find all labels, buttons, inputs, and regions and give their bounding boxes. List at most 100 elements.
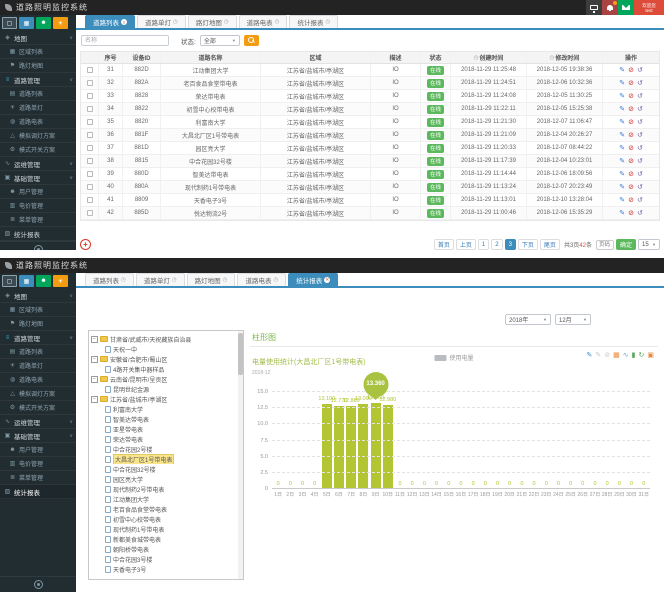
sidebar-item[interactable]: ▣ 基础管理 ∨ [0,429,76,443]
restore-icon[interactable]: ↺ [637,92,643,100]
restore-icon[interactable]: ↺ [637,209,643,217]
page-size-select[interactable]: 15 ▼ [638,239,660,250]
grid-skin-button[interactable]: ▦ [19,275,34,287]
tree-node[interactable]: − 中合花园3号楼 [91,554,241,564]
user-skin-button[interactable]: ☻ [36,275,51,287]
row-checkbox[interactable] [87,67,93,73]
sidebar-item[interactable]: ≡ 道路管理 ∨ [0,73,76,87]
sidebar-item[interactable]: ∿ 运维管理 ∨ [0,415,76,429]
tree-node[interactable]: − 老百食品食堂带电表 [91,504,241,514]
collapse-expander-icon[interactable]: − [91,356,98,363]
page-button[interactable]: 下页 [518,239,538,250]
tree-node[interactable]: − 安徽省/合肥市/蜀山区 [91,354,241,364]
tab[interactable]: 道路单灯 ◷ [137,15,186,28]
user-skin-button[interactable]: ☻ [36,17,51,29]
year-select[interactable]: 2018年 ▼ [505,314,551,325]
sidebar-item[interactable]: △ 模拟调灯方案 [0,129,76,143]
tab[interactable]: 统计报表 ✕ [288,273,338,286]
sidebar-item[interactable]: ▤ 道路列表 [0,345,76,359]
sidebar-item[interactable]: ≡ 道路管理 ∨ [0,331,76,345]
tree-node[interactable]: − 中合花园2号楼 [91,444,241,454]
row-checkbox[interactable] [87,80,93,86]
user-badge[interactable]: 欢迎您 test [634,0,664,15]
bar-chart-icon[interactable]: ▮ [632,351,636,359]
disable-icon[interactable]: ⊘ [628,79,634,87]
disable-icon[interactable]: ⊘ [628,92,634,100]
disable-icon[interactable]: ⊘ [628,183,634,191]
status-select[interactable]: 全部 ▼ [200,35,240,46]
desktop-skin-button[interactable]: ▢ [2,275,17,287]
save-icon[interactable]: ▣ [647,351,654,359]
disable-icon[interactable]: ⊘ [628,66,634,74]
sidebar-item[interactable]: ⚙ 模式开关方案 [0,401,76,415]
alerts-badge[interactable] [602,0,618,15]
restore-icon[interactable]: ↺ [637,170,643,178]
sidebar-item[interactable]: ▧ 统计报表 [0,227,76,241]
page-button[interactable]: 1 [478,239,489,250]
restore-icon[interactable]: ↺ [637,157,643,165]
sidebar-item[interactable]: ∿ 运维管理 ∨ [0,157,76,171]
sidebar-item[interactable]: ◍ 道路电表 [0,373,76,387]
disable-icon[interactable]: ⊘ [628,105,634,113]
tree-node[interactable]: − 园区亮大学 [91,474,241,484]
restore-icon[interactable]: ↺ [637,183,643,191]
search-input[interactable] [81,35,169,46]
sidebar-item[interactable]: ≣ 菜单管理 [0,213,76,227]
restore-icon[interactable]: ↺ [637,79,643,87]
disable-icon[interactable]: ⊘ [628,209,634,217]
disable-icon[interactable]: ⊘ [628,131,634,139]
line-chart-icon[interactable]: ∿ [623,351,629,359]
edit-icon[interactable]: ✎ [619,105,625,113]
row-checkbox[interactable] [87,145,93,151]
collapse-expander-icon[interactable]: − [91,376,98,383]
row-checkbox[interactable] [87,132,93,138]
refresh-icon[interactable]: ↻ [639,351,645,359]
sidebar-item[interactable]: ▤ 道路列表 [0,87,76,101]
tab[interactable]: 道路列表 ! [85,15,135,28]
page-button[interactable]: 3 [505,239,516,250]
page-button[interactable]: 首页 [434,239,454,250]
tree-node[interactable]: − 荣达带电表 [91,434,241,444]
edit-icon[interactable]: ✎ [619,144,625,152]
restore-icon[interactable]: ↺ [637,118,643,126]
collapse-expander-icon[interactable]: − [91,396,98,403]
edit-icon[interactable]: ✎ [619,79,625,87]
disable-icon[interactable]: ⊘ [628,196,634,204]
tree-node[interactable]: − 昆明世纪金源 [91,384,241,394]
page-button[interactable]: 尾页 [540,239,560,250]
tree-node[interactable]: − 现代制药2号带电表 [91,484,241,494]
restore-icon[interactable]: ↺ [637,105,643,113]
tree-node[interactable]: − 大昌北厂区1号带电表 [91,454,241,464]
add-device-button[interactable]: + [80,239,91,250]
sidebar-item[interactable]: ⚙ 模式开关方案 [0,143,76,157]
sidebar-item[interactable]: ⚑ 路灯地图 [0,317,76,331]
sidebar-item[interactable]: ☀ 道路单灯 [0,101,76,115]
edit-icon[interactable]: ✎ [619,66,625,74]
tree-node[interactable]: − 利富南大学 [91,404,241,414]
month-select[interactable]: 12月 ▼ [555,314,591,325]
edit-icon[interactable]: ✎ [619,183,625,191]
messages-badge[interactable] [618,0,634,15]
brush-icon[interactable]: ✎ [595,351,601,359]
tree-node[interactable]: − 甘肃省/武威市/天祝藏族自治县 [91,334,241,344]
tree-node[interactable]: − 中合花园32号楼 [91,464,241,474]
page-button[interactable]: 2 [491,239,502,250]
tree-node[interactable]: − 朝阳桥带电表 [91,544,241,554]
desktop-skin-button[interactable]: ▢ [2,17,17,29]
restore-icon[interactable]: ↺ [637,66,643,74]
tree-node[interactable]: − 云南省/昆明市/呈贡区 [91,374,241,384]
tree-node[interactable]: − 智美达带电表 [91,414,241,424]
tree-node[interactable]: − 亚星带电表 [91,424,241,434]
sidebar-item[interactable]: ▣ 基础管理 ∨ [0,171,76,185]
sidebar-item[interactable]: ▦ 区域列表 [0,303,76,317]
edit-icon[interactable]: ✎ [619,92,625,100]
tree-node[interactable]: − 现代制药1号带电表 [91,524,241,534]
restore-icon[interactable]: ↺ [637,196,643,204]
collapse-expander-icon[interactable]: − [91,336,98,343]
grid-skin-button[interactable]: ▦ [19,17,34,29]
sidebar-item[interactable]: ☻ 用户管理 [0,443,76,457]
row-checkbox[interactable] [87,158,93,164]
row-checkbox[interactable] [87,210,93,216]
disable-icon[interactable]: ⊘ [628,157,634,165]
edit-icon[interactable]: ✎ [619,209,625,217]
